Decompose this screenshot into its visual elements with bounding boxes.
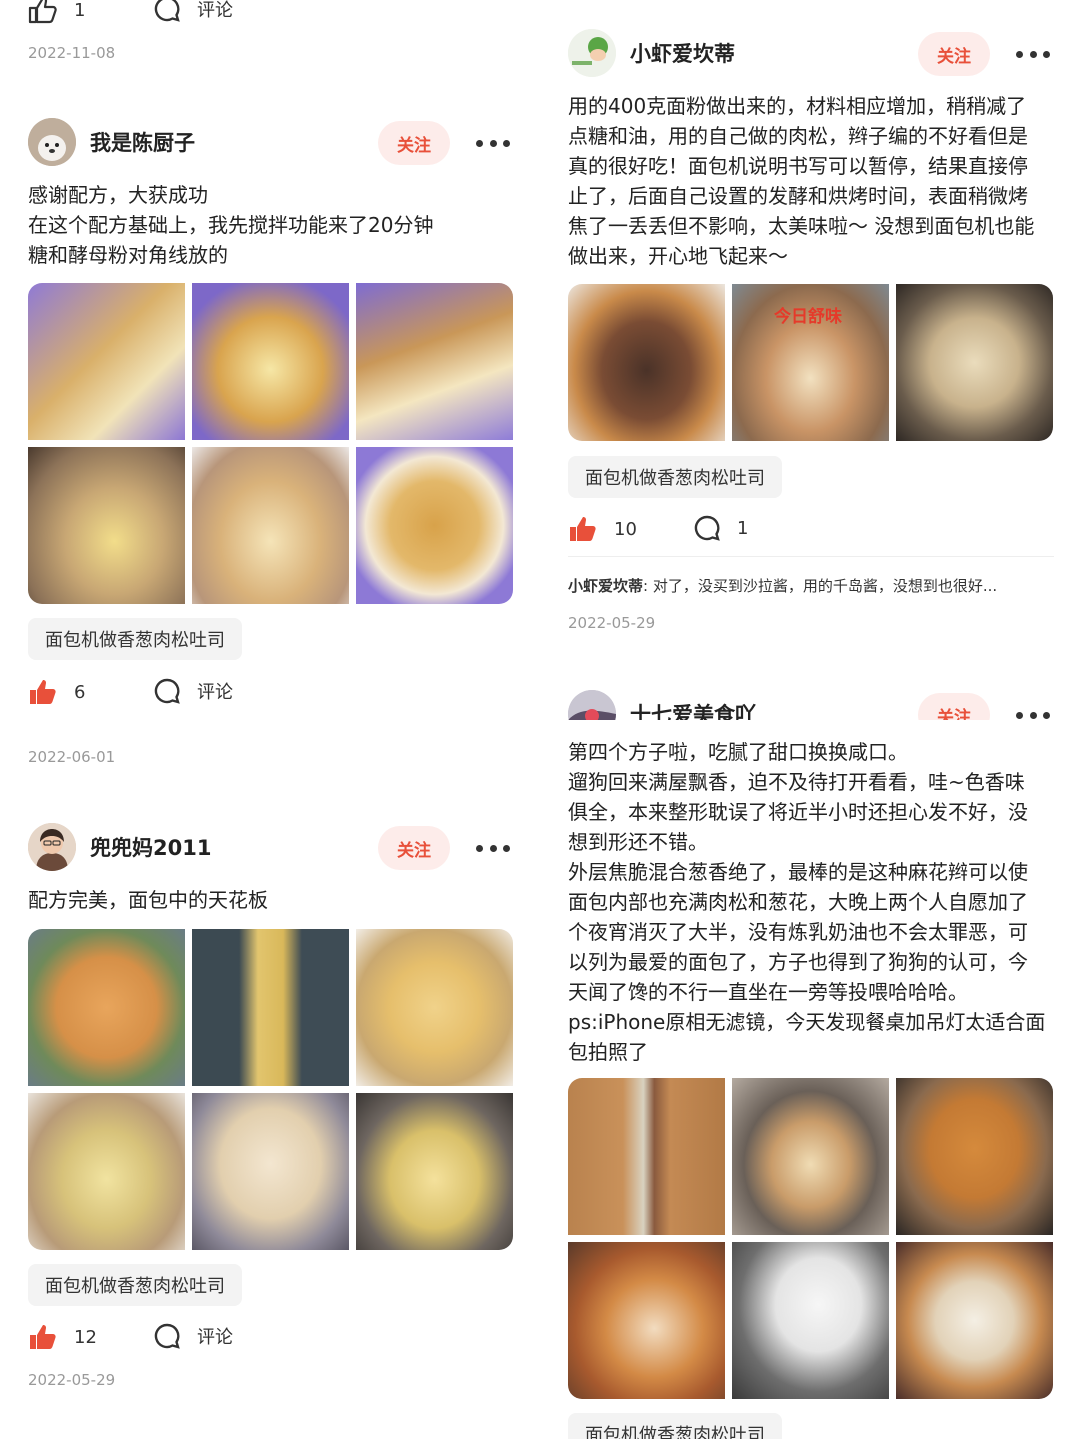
post-date: 2022-11-08 — [28, 44, 116, 62]
photo[interactable] — [192, 447, 349, 604]
photo-grid — [28, 929, 513, 1250]
photo[interactable] — [192, 929, 349, 1086]
comment-text: 对了，没买到沙拉酱，用的千岛酱，没想到也很好... — [652, 577, 998, 595]
photo-grid — [28, 283, 513, 604]
thumbs-up-icon — [570, 517, 596, 541]
photo[interactable] — [356, 929, 513, 1086]
photo[interactable] — [28, 929, 185, 1086]
like-button[interactable]: 10 — [568, 515, 637, 543]
follow-button[interactable]: 关注 — [378, 826, 450, 870]
follow-button[interactable]: 关注 — [378, 121, 450, 165]
author-name[interactable]: 兜兜妈2011 — [90, 834, 211, 862]
photo[interactable] — [732, 1078, 889, 1235]
comment-label: 评论 — [197, 682, 233, 703]
photo[interactable] — [896, 284, 1053, 441]
recipe-tag[interactable]: 面包机做香葱肉松吐司 — [568, 456, 782, 498]
photo[interactable] — [568, 284, 725, 441]
photo[interactable] — [192, 1093, 349, 1250]
photo[interactable] — [896, 1078, 1053, 1235]
like-button[interactable]: 1 — [28, 0, 85, 24]
comment-separator: : — [643, 577, 653, 595]
photo[interactable] — [568, 1078, 725, 1235]
left-column: 1 评论 2022-11-08 我是陈厨子 关注 感谢配方，大获成功 在这个配方… — [28, 0, 514, 1439]
comment-button[interactable]: 评论 — [154, 678, 233, 704]
comment-bubble-icon — [694, 515, 720, 541]
photo[interactable] — [28, 447, 185, 604]
post-text: 配方完美，面包中的天花板 — [28, 888, 268, 912]
recipe-tag[interactable]: 面包机做香葱肉松吐司 — [28, 1264, 242, 1306]
photo-grid — [568, 1078, 1053, 1399]
comment-author: 小虾爱坎蒂 — [568, 577, 644, 595]
comment-bubble-icon — [154, 0, 180, 22]
like-button[interactable]: 12 — [28, 1323, 97, 1351]
photo[interactable] — [192, 283, 349, 440]
comment-label: 评论 — [197, 1327, 233, 1348]
more-dots-icon[interactable] — [1016, 710, 1050, 720]
author-name[interactable]: 小虾爱坎蒂 — [630, 40, 735, 68]
follow-button[interactable]: 关注 — [918, 32, 990, 76]
post-header: 十七爱美食吖 关注 — [568, 690, 1054, 720]
comment-button[interactable]: 评论 — [154, 1323, 233, 1349]
photo-caption: 今日舒味 — [774, 307, 842, 327]
avatar[interactable] — [28, 118, 76, 166]
comment-button[interactable]: 评论 — [154, 0, 233, 22]
author-name[interactable]: 十七爱美食吖 — [630, 701, 756, 720]
author-name[interactable]: 我是陈厨子 — [90, 129, 195, 157]
post-date: 2022-05-29 — [568, 614, 656, 632]
post-date: 2022-06-01 — [28, 748, 116, 766]
follow-button[interactable]: 关注 — [918, 693, 990, 720]
photo[interactable] — [568, 1242, 725, 1399]
photo[interactable] — [28, 283, 185, 440]
thumbs-up-icon — [28, 0, 57, 24]
comment-bubble-icon — [154, 1323, 180, 1349]
photo[interactable]: 今日舒味 — [732, 284, 889, 441]
like-button[interactable]: 6 — [28, 678, 85, 706]
recipe-tag[interactable]: 面包机做香葱肉松吐司 — [28, 618, 242, 660]
photo[interactable] — [356, 1093, 513, 1250]
thumbs-up-icon — [30, 1325, 56, 1349]
thumbs-up-icon — [30, 680, 56, 704]
photo[interactable] — [732, 1242, 889, 1399]
avatar[interactable] — [28, 823, 76, 871]
photo[interactable] — [356, 447, 513, 604]
like-count: 10 — [614, 518, 637, 540]
avatar[interactable] — [568, 690, 616, 720]
comment-count: 1 — [737, 517, 749, 539]
divider — [568, 556, 1054, 557]
comment-label: 评论 — [197, 0, 233, 21]
post-date: 2022-05-29 — [28, 1371, 116, 1389]
right-column: 小虾爱坎蒂 关注 用的400克面粉做出来的，材料相应增加，稍稍减了 点糖和油，用… — [568, 0, 1054, 1439]
avatar[interactable] — [568, 29, 616, 77]
like-count: 6 — [74, 681, 86, 703]
post-text: 第四个方子啦，吃腻了甜口换换咸口。 遛狗回来满屋飘香，迫不及待打开看看，哇~色香… — [568, 740, 1046, 1064]
like-count: 12 — [74, 1326, 97, 1348]
photo[interactable] — [896, 1242, 1053, 1399]
photo[interactable] — [356, 283, 513, 440]
recipe-tag[interactable]: 面包机做香葱肉松吐司 — [568, 1413, 782, 1439]
comment-button[interactable]: 1 — [694, 515, 748, 541]
comment-preview[interactable]: 小虾爱坎蒂: 对了，没买到沙拉酱，用的千岛酱，没想到也很好... — [568, 575, 1054, 596]
more-dots-icon[interactable] — [476, 843, 510, 853]
more-dots-icon[interactable] — [1016, 49, 1050, 59]
like-count: 1 — [74, 0, 86, 21]
more-dots-icon[interactable] — [476, 138, 510, 148]
post-text: 感谢配方，大获成功 在这个配方基础上，我先搅拌功能来了20分钟 糖和酵母粉对角线… — [28, 183, 434, 267]
photo-grid: 今日舒味 — [568, 284, 1053, 441]
photo[interactable] — [28, 1093, 185, 1250]
post-text: 用的400克面粉做出来的，材料相应增加，稍稍减了 点糖和油，用的自己做的肉松，辫… — [568, 94, 1035, 268]
comment-bubble-icon — [154, 678, 180, 704]
